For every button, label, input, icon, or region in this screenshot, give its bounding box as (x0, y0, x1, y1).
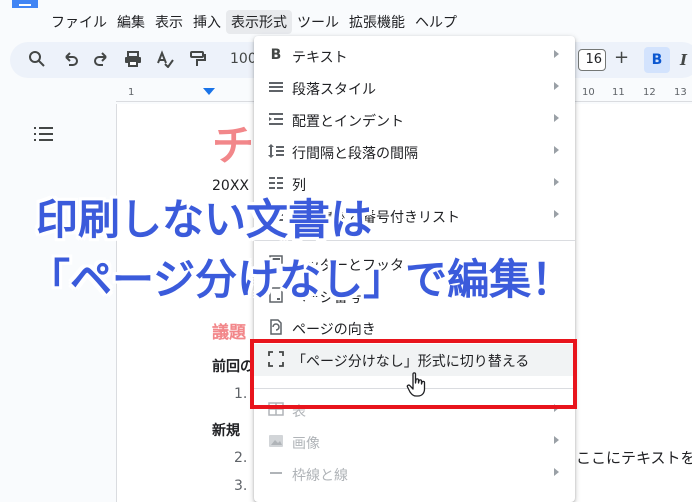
paragraph-style-icon (269, 82, 283, 92)
redo-icon[interactable] (92, 50, 110, 68)
ruler-tick: 1 (128, 87, 135, 98)
docs-logo-icon[interactable] (12, 0, 38, 8)
list-number: 2. (234, 450, 248, 466)
submenu-arrow-icon (554, 82, 559, 90)
menu-bar: ファイル 編集 表示 挿入 表示形式 ツール 拡張機能 ヘルプ (46, 10, 462, 34)
print-icon[interactable] (124, 50, 142, 68)
submenu-arrow-icon (554, 468, 559, 476)
menu-format[interactable]: 表示形式 (226, 10, 292, 34)
menu-item-borders-lines[interactable]: 枠線と線 (254, 458, 575, 490)
ruler-tick: 11 (612, 87, 625, 98)
menu-edit[interactable]: 編集 (112, 10, 150, 34)
menu-insert[interactable]: 挿入 (188, 10, 226, 34)
font-size-input[interactable]: 16 (578, 49, 606, 71)
document-placeholder-text: ここにテキストを挿 (576, 449, 692, 467)
page-orientation-icon (270, 319, 282, 335)
indent-icon (269, 113, 283, 125)
document-line-new: 新規 (212, 423, 240, 439)
outline-list-icon[interactable] (34, 126, 54, 142)
menu-item-text[interactable]: B テキスト (254, 40, 575, 72)
document-section-heading: 議題 (212, 323, 246, 343)
spellcheck-icon[interactable] (156, 50, 174, 68)
bold-b-icon: B (270, 47, 282, 63)
menu-view[interactable]: 表示 (150, 10, 188, 34)
caption-line-2: 「ページ分けなし」で編集！ (28, 255, 574, 304)
increase-font-size-button[interactable]: + (614, 47, 629, 68)
menu-item-paragraph-styles[interactable]: 段落スタイル (254, 72, 575, 104)
borders-lines-icon (270, 472, 282, 474)
caption-line-1: 印刷しない文書は (36, 195, 373, 244)
search-icon[interactable] (28, 50, 46, 68)
submenu-arrow-icon (554, 114, 559, 122)
submenu-arrow-icon (554, 50, 559, 58)
hand-cursor-icon (406, 372, 426, 397)
list-number: 3. (234, 478, 248, 494)
submenu-arrow-icon (554, 178, 559, 186)
document-line-previous: 前回の (212, 359, 254, 375)
paint-format-icon[interactable] (188, 50, 206, 68)
ruler-tick: 12 (643, 87, 656, 98)
title-bar (0, 0, 692, 8)
menu-help[interactable]: ヘルプ (410, 10, 462, 34)
menu-item-image[interactable]: 画像 (254, 426, 575, 458)
menu-file[interactable]: ファイル (46, 10, 112, 34)
menu-extensions[interactable]: 拡張機能 (344, 10, 410, 34)
line-spacing-icon (268, 144, 284, 158)
list-number: 1. (234, 386, 248, 402)
bold-button[interactable]: B (644, 47, 670, 73)
image-icon (269, 435, 283, 447)
menu-item-line-spacing[interactable]: 行間隔と段落の間隔 (254, 136, 575, 168)
menu-item-align-indent[interactable]: 配置とインデント (254, 104, 575, 136)
submenu-arrow-icon (554, 146, 559, 154)
menu-tools[interactable]: ツール (292, 10, 344, 34)
submenu-arrow-icon (554, 210, 559, 218)
ruler-tick: 10 (582, 87, 595, 98)
submenu-arrow-icon (554, 436, 559, 444)
document-title: チ (212, 121, 255, 170)
ruler-tick: 13 (674, 87, 687, 98)
indent-marker[interactable] (203, 88, 215, 95)
italic-button[interactable]: I (680, 51, 687, 69)
undo-icon[interactable] (62, 50, 80, 68)
